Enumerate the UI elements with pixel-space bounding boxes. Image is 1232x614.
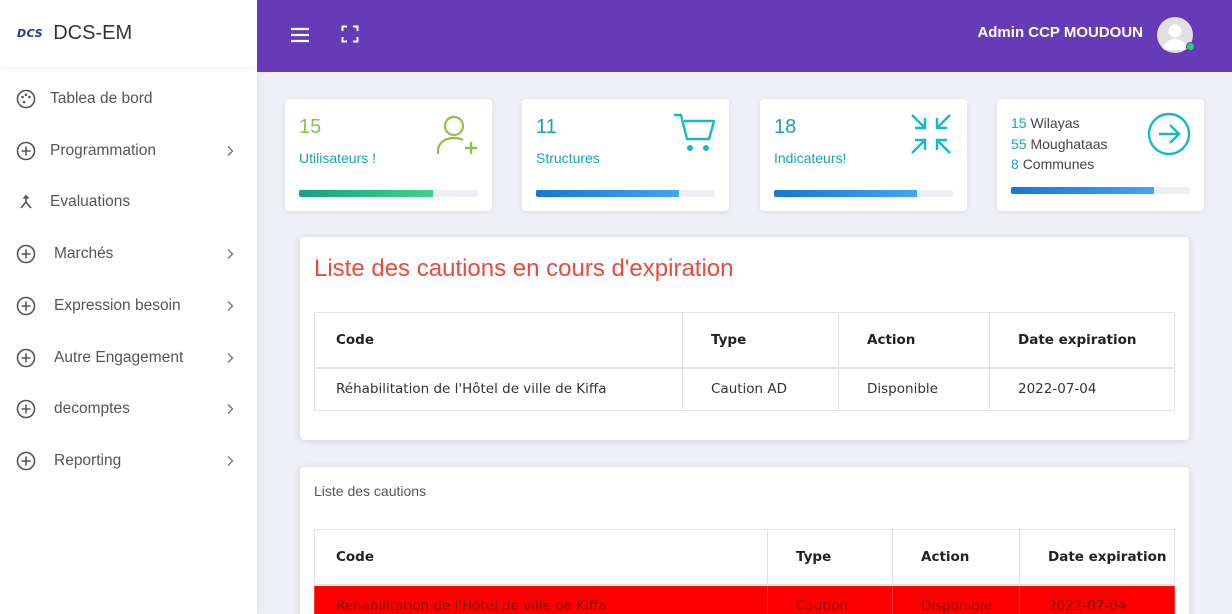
cell-code: Réhabilitation de l'Hôtel de ville de Ki… — [314, 584, 768, 614]
table-row[interactable]: Réhabilitation de l'Hôtel de ville de Ki… — [314, 367, 1175, 411]
sidebar-item-autre-engagement[interactable]: Autre Engagement — [0, 338, 257, 378]
plus-circle-icon — [16, 451, 36, 471]
sidebar-item-label: Evaluations — [50, 193, 131, 210]
user-name[interactable]: Admin CCP MOUDOUN — [977, 24, 1143, 41]
progress-bar — [536, 190, 715, 197]
chevron-right-icon — [227, 353, 234, 363]
merge-icon — [16, 192, 36, 212]
cell-action: Disponible — [838, 367, 990, 411]
stat-label: Structures — [536, 150, 600, 166]
sidebar-item-label: Reporting — [54, 452, 122, 469]
plus-circle-icon — [16, 348, 36, 368]
all-cautions-panel: Liste des cautions Code Type Action Date… — [300, 467, 1189, 614]
table-header-row: Code Type Action Date expiration — [314, 312, 1175, 369]
stat-card-users[interactable]: 15 Utilisateurs ! — [285, 99, 492, 211]
sidebar-item-decomptes[interactable]: decomptes — [0, 389, 257, 429]
brand-name: DCS-EM — [53, 22, 133, 44]
sidebar-item-label: Expression besoin — [54, 297, 181, 314]
wilayas-count: 15 Wilayas — [1011, 115, 1080, 131]
arrow-circle-right-icon[interactable] — [1146, 111, 1192, 157]
stat-value: 18 — [774, 116, 797, 138]
column-header-date[interactable]: Date expiration — [1019, 529, 1175, 586]
sidebar-item-reporting[interactable]: Reporting — [0, 441, 257, 481]
column-header-code[interactable]: Code — [314, 529, 768, 586]
brand[interactable]: DCS DCS-EM — [0, 0, 257, 68]
sidebar-item-evaluations[interactable]: Evaluations — [0, 182, 257, 222]
cell-type: Caution AD — [682, 367, 839, 411]
top-bar: Admin CCP MOUDOUN — [257, 0, 1232, 72]
chevron-right-icon — [227, 404, 234, 414]
sidebar-item-label: Programmation — [50, 142, 156, 159]
expiring-cautions-panel: Liste des cautions en cours d'expiration… — [300, 237, 1189, 440]
chevron-right-icon — [227, 146, 234, 156]
cell-code: Réhabilitation de l'Hôtel de ville de Ki… — [314, 367, 683, 411]
column-header-action[interactable]: Action — [838, 312, 990, 369]
chevron-right-icon — [227, 301, 234, 311]
cell-date: 2022-07-04 — [1019, 584, 1175, 614]
sidebar-item-expression-besoin[interactable]: Expression besoin — [0, 286, 257, 326]
column-header-type[interactable]: Type — [767, 529, 893, 586]
stat-value: 11 — [536, 116, 557, 138]
online-status-dot — [1186, 42, 1195, 51]
stat-label: Indicateurs! — [774, 150, 847, 166]
sidebar-item-label: Autre Engagement — [54, 349, 184, 366]
chevron-right-icon — [227, 249, 234, 259]
moughataas-count: 55 Moughataas — [1011, 136, 1108, 152]
column-header-type[interactable]: Type — [682, 312, 839, 369]
table-row[interactable]: Réhabilitation de l'Hôtel de ville de Ki… — [314, 584, 1175, 614]
plus-circle-icon — [16, 141, 36, 161]
cart-icon — [674, 113, 716, 151]
sidebar-item-label: Marchés — [54, 245, 114, 262]
cell-date: 2022-07-04 — [989, 367, 1175, 411]
communes-count: 8 Communes — [1011, 156, 1095, 172]
plus-circle-icon — [16, 296, 36, 316]
panel-title: Liste des cautions — [314, 483, 427, 499]
add-user-icon — [436, 115, 477, 154]
sidebar-item-label: decomptes — [54, 400, 130, 417]
stat-value: 15 — [299, 116, 322, 138]
stat-label: Utilisateurs ! — [299, 150, 377, 166]
fullscreen-icon[interactable] — [341, 25, 359, 43]
sidebar-item-marches[interactable]: Marchés — [0, 234, 257, 274]
plus-circle-icon — [16, 399, 36, 419]
column-header-code[interactable]: Code — [314, 312, 683, 369]
palette-icon — [16, 89, 36, 109]
panel-title: Liste des cautions en cours d'expiration — [314, 255, 734, 282]
column-header-action[interactable]: Action — [892, 529, 1020, 586]
stat-card-geo[interactable]: 15 Wilayas 55 Moughataas 8 Communes — [997, 99, 1204, 211]
compress-arrows-icon — [911, 114, 951, 154]
progress-bar — [1011, 187, 1190, 194]
progress-bar — [299, 190, 478, 197]
table-header-row: Code Type Action Date expiration — [314, 529, 1175, 586]
progress-bar — [774, 190, 953, 197]
sidebar-item-label: Tablea de bord — [50, 90, 153, 107]
stat-card-indicators[interactable]: 18 Indicateurs! — [760, 99, 967, 211]
all-cautions-table: Code Type Action Date expiration Réhabil… — [314, 529, 1175, 614]
brand-logo: DCS — [17, 27, 44, 40]
cell-type: Caution — [767, 584, 893, 614]
chevron-right-icon — [227, 456, 234, 466]
stat-card-structures[interactable]: 11 Structures — [522, 99, 729, 211]
column-header-date[interactable]: Date expiration — [989, 312, 1175, 369]
sidebar-item-programmation[interactable]: Programmation — [0, 131, 257, 171]
sidebar-item-dashboard[interactable]: Tablea de bord — [0, 79, 257, 119]
cell-action: Disponible — [892, 584, 1020, 614]
hamburger-icon[interactable] — [290, 26, 310, 44]
expiring-cautions-table: Code Type Action Date expiration Réhabil… — [314, 312, 1175, 411]
plus-circle-icon — [16, 244, 36, 264]
sidebar: DCS DCS-EM Tablea de bord Programmation … — [0, 0, 257, 614]
